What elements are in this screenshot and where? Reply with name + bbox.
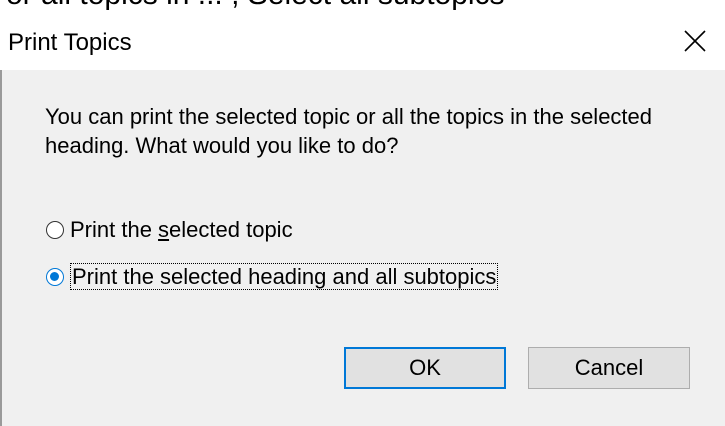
cancel-button[interactable]: Cancel [528,347,690,389]
close-icon [684,30,706,52]
radio-label[interactable]: Print the selected topic [70,217,293,243]
ok-button[interactable]: OK [344,347,506,389]
radio-button-selected[interactable] [46,268,64,286]
print-topics-dialog: Print Topics You can print the selected … [0,13,725,426]
radio-button[interactable] [46,221,64,239]
radio-label[interactable]: Print the selected heading and all subto… [70,263,499,290]
radio-print-heading-and-subtopics[interactable]: Print the selected heading and all subto… [46,263,499,291]
radio-print-selected-topic[interactable]: Print the selected topic [46,216,293,244]
screen: or all topics in ... , Select all subtop… [0,0,725,426]
close-button[interactable] [665,13,725,70]
dialog-title: Print Topics [8,29,132,56]
title-bar: Print Topics [0,13,725,70]
window-border [0,70,2,426]
background-window-text: or all topics in ... , Select all subtop… [6,0,505,12]
dialog-message: You can print the selected topic or all … [45,104,653,158]
